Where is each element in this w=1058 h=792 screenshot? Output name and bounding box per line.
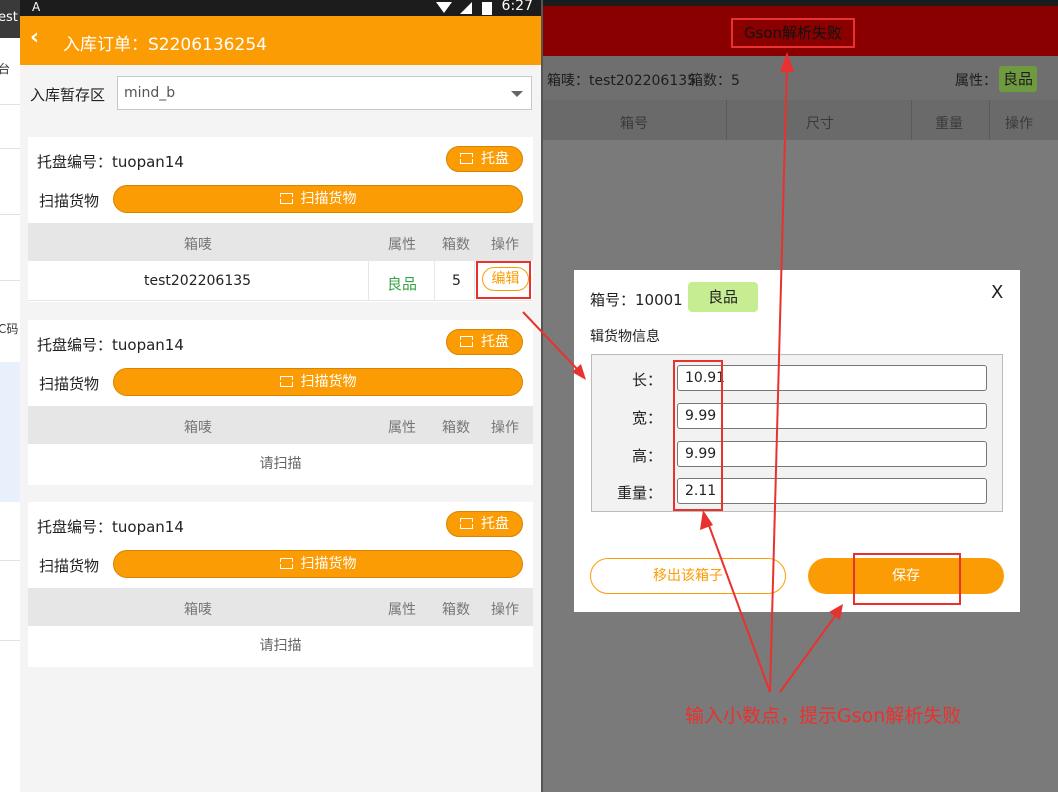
arrow-to-save — [779, 611, 839, 693]
arrowhead — [700, 510, 713, 530]
arrow-to-toast — [769, 61, 788, 693]
annotation-arrows — [522, 52, 843, 693]
arrowhead — [829, 604, 843, 620]
arrow-to-inputs — [706, 519, 771, 693]
arrow-edit-to-dialog — [522, 311, 579, 371]
arrowhead — [780, 52, 794, 72]
